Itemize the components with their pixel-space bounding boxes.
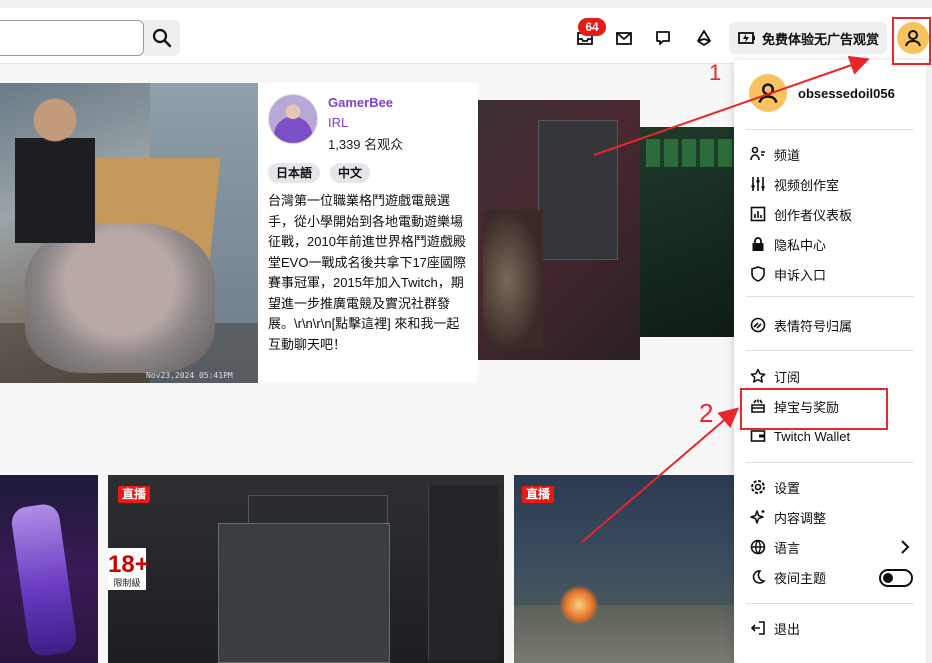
search-input[interactable] [0, 20, 144, 56]
menu-item-label: 视频创作室 [774, 177, 840, 193]
thumbnail-game-sidebar [428, 485, 498, 660]
stream-thumbnail-2[interactable]: 直播 18+ 限制級 [108, 475, 504, 663]
channel-icon [749, 145, 767, 163]
menu-item-label: 内容调整 [774, 510, 827, 526]
menu-item-label: Twitch Wallet [774, 428, 851, 444]
menu-user-avatar [749, 74, 787, 112]
sparkle-icon [749, 508, 767, 526]
thumbnail-campfire [559, 585, 599, 625]
annotation-highlight-drops [740, 388, 888, 430]
menu-item-appeals-portal[interactable]: 申诉入口 [734, 260, 932, 288]
menu-item-label: 订阅 [774, 369, 801, 385]
menu-item-channel[interactable]: 频道 [734, 140, 932, 168]
menu-divider [746, 603, 914, 604]
menu-divider [746, 350, 914, 351]
bits-button[interactable] [692, 26, 716, 50]
menu-divider [746, 296, 914, 297]
top-navigation-bar: 64 免费体验无广告观赏 [0, 0, 932, 64]
streamer-name-link[interactable]: GamerBee [328, 95, 393, 110]
featured-stream-video[interactable]: Nov23,2024 05:41PM [0, 83, 258, 383]
carousel-thumbnail-2[interactable] [478, 100, 640, 360]
battery-bolt-icon [738, 32, 755, 44]
dashboard-icon [749, 205, 767, 223]
annotation-step-1: 1 [709, 60, 722, 85]
globe-icon [749, 538, 767, 556]
moon-icon [749, 568, 767, 586]
annotation-highlight-avatar [892, 17, 931, 65]
menu-item-content-tuning[interactable]: 内容调整 [734, 503, 932, 531]
gear-icon [749, 478, 767, 496]
menu-item-label: 表情符号归属 [774, 318, 853, 334]
menu-item-label: 创作者仪表板 [774, 207, 853, 223]
menu-item-label: 语言 [774, 540, 801, 556]
chat-bubble-icon [656, 31, 670, 45]
menu-item-label: 退出 [774, 621, 801, 637]
video-scene-bed [25, 223, 215, 373]
menu-item-logout[interactable]: 退出 [734, 614, 932, 642]
menu-item-subscriptions[interactable]: 订阅 [734, 362, 932, 390]
video-timestamp: Nov23,2024 05:41PM [146, 371, 233, 380]
browser-edge [0, 0, 932, 8]
chevron-right-icon [901, 540, 910, 554]
live-badge: 直播 [118, 486, 151, 503]
thumbnail-map [483, 210, 543, 350]
menu-divider [746, 462, 914, 463]
menu-item-privacy-center[interactable]: 隐私中心 [734, 230, 932, 258]
messages-button[interactable] [612, 26, 636, 50]
menu-divider [746, 129, 914, 130]
age-rating-label: 限制級 [113, 578, 141, 588]
menu-item-creator-dashboard[interactable]: 创作者仪表板 [734, 200, 932, 228]
annotation-step-2: 2 [699, 398, 714, 428]
search-icon [152, 28, 172, 48]
menu-item-label: 设置 [774, 480, 801, 496]
menu-scrollbar[interactable] [926, 60, 932, 663]
lock-icon [749, 235, 767, 253]
thumbnail-ground [514, 605, 734, 663]
thumbnail-weapon [9, 502, 79, 658]
whispers-button[interactable] [651, 26, 675, 50]
bits-diamond-icon [697, 30, 711, 46]
star-icon [749, 367, 767, 385]
carousel-thumbnail-3[interactable] [640, 127, 740, 337]
emote-icon [749, 316, 767, 334]
menu-item-emote-attribution[interactable]: 表情符号归属 [734, 311, 932, 339]
stream-thumbnail-1[interactable] [0, 475, 98, 663]
ad-free-trial-label: 免费体验无广告观赏 [762, 31, 880, 47]
mail-icon [616, 32, 632, 45]
live-badge: 直播 [522, 486, 555, 503]
tag-chinese[interactable]: 中文 [330, 163, 371, 183]
menu-item-label: 隐私中心 [774, 237, 827, 253]
menu-item-video-studio[interactable]: 视频创作室 [734, 170, 932, 198]
tag-japanese[interactable]: 日本語 [268, 163, 321, 183]
menu-username: obsessedoil056 [798, 86, 895, 101]
stream-thumbnail-3[interactable]: 直播 [514, 475, 734, 663]
video-scene-person [15, 93, 95, 243]
featured-stream-info: GamerBee IRL 1,339 名观众 日本語 中文 台灣第一位職業格鬥遊… [258, 83, 478, 383]
stream-category-link[interactable]: IRL [328, 115, 348, 130]
thumbnail-game-panel [218, 523, 390, 663]
menu-item-label: 申诉入口 [774, 267, 827, 283]
thumbnail-ui-panel [538, 120, 618, 260]
sliders-icon [749, 175, 767, 193]
stream-description: 台灣第一位職業格鬥遊戲電競選手，從小學開始到各地電動遊樂場征戰，2010年前進世… [268, 193, 466, 352]
menu-item-settings[interactable]: 设置 [734, 473, 932, 501]
toggle-knob [883, 573, 893, 583]
search-button[interactable] [144, 20, 180, 56]
user-icon [758, 83, 778, 103]
ad-free-trial-button[interactable]: 免费体验无广告观赏 [729, 22, 887, 54]
thumbnail-ui-strip [646, 139, 734, 167]
logout-icon [749, 619, 767, 637]
shield-icon [749, 265, 767, 283]
menu-item-language[interactable]: 语言 [734, 533, 932, 561]
viewer-count: 1,339 名观众 [328, 137, 404, 152]
menu-item-label: 频道 [774, 147, 801, 163]
user-dropdown-menu: obsessedoil056 频道 视频创作室 创作者仪表板 隐私中心 申诉入口… [734, 60, 932, 663]
streamer-avatar[interactable] [268, 94, 318, 144]
menu-item-dark-theme[interactable]: 夜间主题 [734, 563, 932, 591]
notification-badge: 64 [578, 18, 606, 36]
dark-theme-toggle[interactable] [879, 569, 913, 587]
menu-item-label: 夜间主题 [774, 570, 827, 586]
twitch-page: 64 免费体验无广告观赏 Nov23,2024 05:41PM GamerBee… [0, 0, 932, 663]
